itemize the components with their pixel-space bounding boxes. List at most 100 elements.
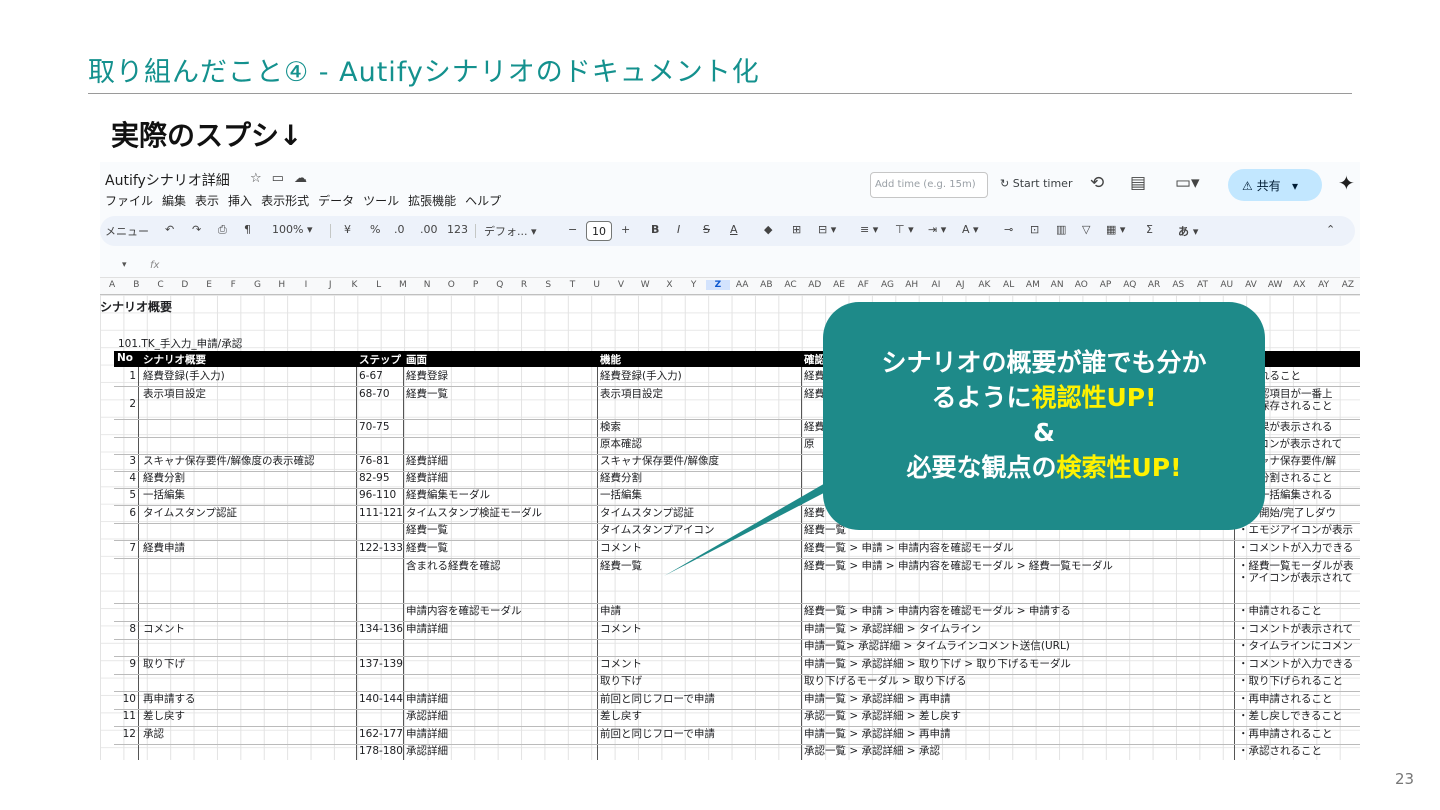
cell-path[interactable]: 承認一覧 > 承認詳細 > 差し戻す [804, 709, 961, 723]
doc-title[interactable]: Autifyシナリオ詳細 [105, 170, 230, 190]
column-header[interactable]: AM [1021, 280, 1045, 290]
cell-path[interactable]: 経費 [804, 369, 825, 383]
cell-function[interactable]: 原本確認 [600, 437, 642, 451]
column-header[interactable]: H [270, 280, 294, 290]
add-time-input[interactable]: Add time (e.g. 15m) [870, 172, 988, 198]
cell-scenario[interactable]: 差し戻す [143, 709, 185, 723]
column-header[interactable]: AT [1190, 280, 1214, 290]
column-header[interactable]: AU [1215, 280, 1239, 290]
column-header[interactable]: S [536, 280, 560, 290]
cell-step[interactable]: 137-139 [359, 657, 403, 671]
menu-item[interactable]: ファイル [105, 192, 153, 209]
cell-screen[interactable]: 経費一覧 [406, 541, 448, 555]
cell-step[interactable]: 6-67 [359, 369, 383, 383]
decimal-increase-button[interactable]: .00 [420, 223, 438, 236]
menu-item[interactable]: 表示形式 [261, 192, 309, 209]
cell-screen[interactable]: 経費登録 [406, 369, 448, 383]
paint-format-icon[interactable]: ¶ [244, 223, 251, 236]
cell-no[interactable]: 2 [114, 397, 136, 411]
menu-search[interactable]: メニュー [105, 223, 149, 239]
cell-result[interactable]: ・差し戻しできること [1238, 709, 1342, 723]
cell-step[interactable]: 76-81 [359, 454, 390, 468]
column-header[interactable]: AA [730, 280, 754, 290]
cell-function[interactable]: 経費分割 [600, 471, 642, 485]
cell-scenario[interactable]: コメント [143, 622, 185, 636]
column-header[interactable]: Q [488, 280, 512, 290]
cell-no[interactable]: 6 [114, 506, 136, 520]
cell-scenario[interactable]: 再申請する [143, 692, 196, 706]
cell-step[interactable]: 82-95 [359, 471, 390, 485]
fill-color-icon[interactable]: ◆ [764, 223, 772, 236]
cell-function[interactable]: 差し戻す [600, 709, 642, 723]
cell-screen[interactable]: 経費詳細 [406, 471, 448, 485]
column-header[interactable]: L [367, 280, 391, 290]
collapse-chevron-icon[interactable]: ⌃ [1326, 223, 1335, 236]
text-color-icon[interactable]: A [730, 223, 738, 236]
cell-no[interactable]: 3 [114, 454, 136, 468]
comment-icon[interactable]: ▤ [1130, 173, 1146, 193]
cell-function[interactable]: 経費登録(手入力) [600, 369, 682, 383]
cell-scenario[interactable]: スキャナ保存要件/解像度の表示確認 [143, 454, 315, 468]
font-select[interactable]: デフォ... ▾ [484, 223, 537, 239]
column-header[interactable]: R [512, 280, 536, 290]
valign-icon[interactable]: ⊤ ▾ [895, 223, 914, 236]
cell-path[interactable]: 申請一覧> 承認詳細 > タイムラインコメント送信(URL) [804, 639, 1070, 653]
cell-scenario[interactable]: 経費分割 [143, 471, 185, 485]
cell-result[interactable]: ・コメントが入力できる [1238, 657, 1353, 671]
cell-path[interactable]: 申請一覧 > 承認詳細 > 再申請 [804, 727, 950, 741]
cell-function[interactable]: コメント [600, 657, 642, 671]
column-header[interactable]: AX [1287, 280, 1311, 290]
column-header[interactable]: AE [827, 280, 851, 290]
cell-result[interactable]: ・承認されること [1238, 744, 1322, 758]
cell-function[interactable]: 一括編集 [600, 488, 642, 502]
cell-function[interactable]: 表示項目設定 [600, 387, 663, 401]
column-header[interactable]: D [173, 280, 197, 290]
cell-no[interactable]: 4 [114, 471, 136, 485]
cell-scenario[interactable]: 取り下げ [143, 657, 185, 671]
cell-function[interactable]: 経費一覧 [600, 559, 642, 573]
column-header[interactable]: AD [803, 280, 827, 290]
cell-scenario[interactable]: 表示項目設定 [143, 387, 206, 401]
menu-item[interactable]: ツール [363, 192, 399, 209]
menu-item[interactable]: ヘルプ [465, 192, 501, 209]
folder-icon[interactable]: ▭ [272, 171, 294, 186]
cell-screen[interactable]: 承認詳細 [406, 744, 448, 758]
cell-screen[interactable]: 申請詳細 [406, 622, 448, 636]
column-header[interactable]: J [318, 280, 342, 290]
column-header[interactable]: N [415, 280, 439, 290]
font-size-increase-icon[interactable]: + [621, 223, 630, 236]
cell-screen[interactable]: 経費一覧 [406, 523, 448, 537]
column-header[interactable]: K [342, 280, 366, 290]
cell-screen[interactable]: 申請詳細 [406, 692, 448, 706]
cell-screen[interactable]: 承認詳細 [406, 709, 448, 723]
cell-scenario[interactable]: タイムスタンプ認証 [143, 506, 237, 520]
cell-scenario[interactable]: 経費登録(手入力) [143, 369, 225, 383]
cell-result[interactable]: ・タイムラインにコメン [1238, 639, 1353, 653]
cell-path[interactable]: 申請一覧 > 承認詳細 > 再申請 [804, 692, 950, 706]
functions-icon[interactable]: Σ [1146, 223, 1153, 236]
column-header[interactable]: AI [924, 280, 948, 290]
print-icon[interactable]: ⎙ [218, 223, 227, 237]
column-header[interactable]: AV [1239, 280, 1263, 290]
wrap-icon[interactable]: ⇥ ▾ [928, 223, 946, 236]
column-header[interactable]: X [657, 280, 681, 290]
column-header[interactable]: E [197, 280, 221, 290]
column-header[interactable]: AW [1263, 280, 1287, 290]
cell-function[interactable]: コメント [600, 622, 642, 636]
cell-screen[interactable]: タイムスタンプ検証モーダル [406, 506, 542, 520]
history-icon[interactable]: ⟲ [1090, 173, 1104, 193]
column-header[interactable]: AL [997, 280, 1021, 290]
column-header[interactable]: O [439, 280, 463, 290]
cell-function[interactable]: 検索 [600, 420, 621, 434]
menu-item[interactable]: 挿入 [228, 192, 252, 209]
insert-comment-icon[interactable]: ⊡ [1030, 223, 1039, 236]
cell-step[interactable]: 178-180 [359, 744, 403, 758]
cell-step[interactable]: 96-110 [359, 488, 396, 502]
star-icon[interactable]: ☆ [250, 171, 272, 186]
column-header[interactable]: AJ [948, 280, 972, 290]
menu-item[interactable]: 編集 [162, 192, 186, 209]
cell-path[interactable]: 経費一覧 [804, 523, 846, 537]
cell-result[interactable]: ・コメントが入力できる [1238, 541, 1353, 555]
rotate-icon[interactable]: A ▾ [962, 223, 979, 236]
cell-no[interactable]: 12 [114, 727, 136, 741]
